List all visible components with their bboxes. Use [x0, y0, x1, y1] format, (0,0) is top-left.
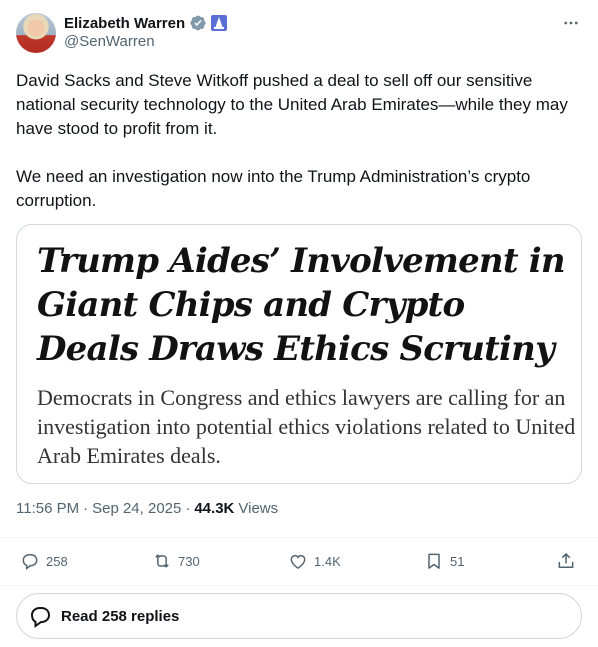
- repost-icon: [155, 554, 169, 568]
- tweet-time[interactable]: 11:56 PM: [16, 500, 79, 517]
- author-handle[interactable]: @SenWarren: [64, 33, 155, 50]
- reply-icon: [22, 554, 38, 571]
- views-count[interactable]: 44.3K: [194, 500, 234, 517]
- replies-bubble-icon: [30, 607, 51, 628]
- flag-emoji-icon: [211, 15, 228, 31]
- reply-count: 258: [46, 553, 68, 569]
- tweet-meta: 11:56 PM · Sep 24, 2025 · 44.3K Views: [16, 500, 278, 517]
- bookmark-icon: [428, 553, 440, 569]
- tweet-paragraph: We need an investigation now into the Tr…: [16, 167, 531, 210]
- tweet-date[interactable]: Sep 24, 2025: [92, 500, 181, 517]
- tweet-text: David Sacks and Steve Witkoff pushed a d…: [16, 69, 582, 213]
- read-replies-button[interactable]: Read 258 replies: [16, 593, 582, 639]
- share-button[interactable]: [556, 551, 576, 571]
- views-label[interactable]: Views: [238, 500, 278, 517]
- tweet-paragraph: David Sacks and Steve Witkoff pushed a d…: [16, 71, 568, 138]
- like-icon: [290, 554, 306, 569]
- bookmark-count: 51: [450, 553, 465, 569]
- read-replies-label: Read 258 replies: [61, 607, 180, 625]
- repost-count: 730: [178, 553, 200, 569]
- share-icon: [558, 553, 574, 568]
- repost-button[interactable]: 730: [152, 551, 200, 571]
- avatar[interactable]: [16, 13, 56, 53]
- bookmark-button[interactable]: 51: [424, 551, 464, 571]
- like-count: 1.4K: [314, 553, 341, 569]
- meta-separator: ·: [83, 500, 89, 517]
- article-dek: Democrats in Congress and ethics lawyers…: [37, 385, 576, 468]
- meta-separator: ·: [185, 500, 191, 517]
- like-button[interactable]: 1.4K: [288, 551, 341, 571]
- more-icon[interactable]: [560, 12, 582, 34]
- reply-button[interactable]: 258: [20, 551, 68, 571]
- article-headline: Trump Aides’ Involvement in Giant Chips …: [37, 241, 566, 369]
- verified-badge-icon[interactable]: [189, 14, 207, 32]
- author-name[interactable]: Elizabeth Warren: [64, 15, 185, 32]
- article-card[interactable]: Trump Aides’ Involvement in Giant Chips …: [16, 224, 582, 484]
- author-name-row: Elizabeth Warren: [64, 13, 228, 33]
- action-bar: 258 730 1.4K 51: [0, 537, 598, 586]
